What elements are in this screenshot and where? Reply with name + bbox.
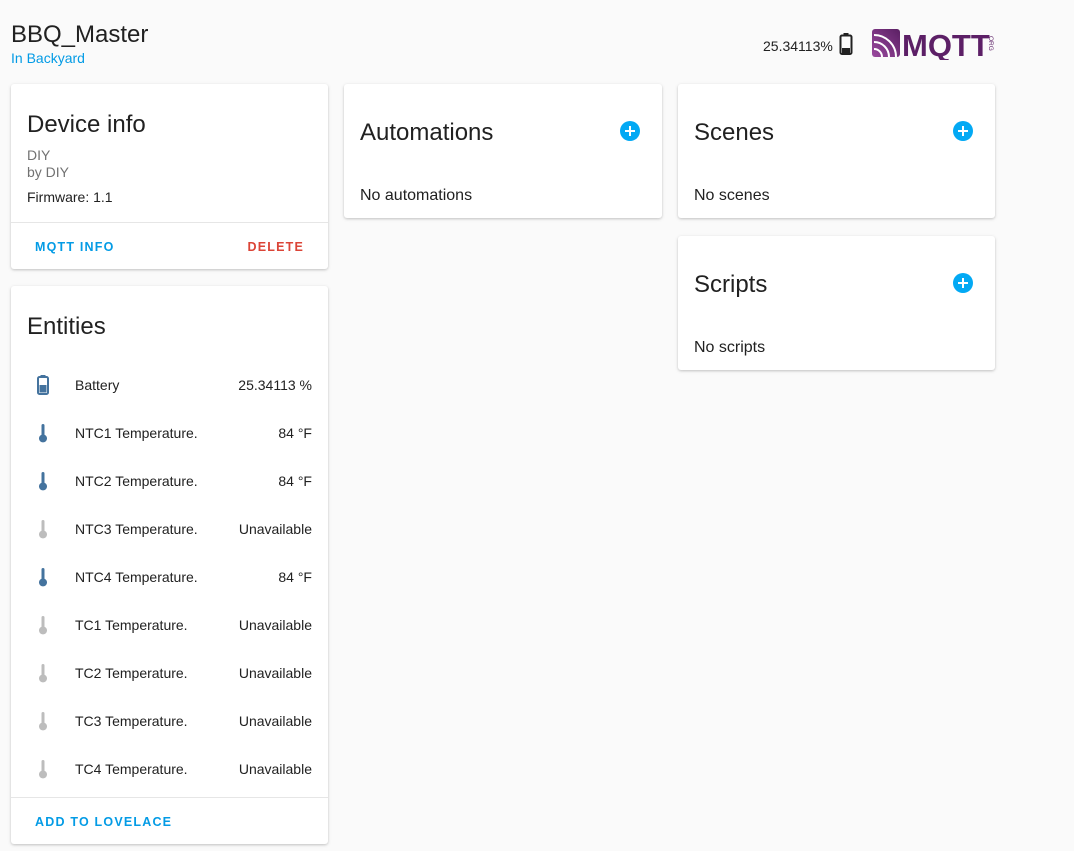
thermometer-icon (31, 757, 55, 781)
entity-name: NTC2 Temperature. (75, 473, 198, 489)
scenes-card: Scenes No scenes (678, 84, 995, 218)
entity-state: Unavailable (238, 521, 312, 537)
entity-name: TC2 Temperature. (75, 665, 188, 681)
entity-state: 25.34113 % (238, 377, 312, 393)
automations-card: Automations No automations (344, 84, 662, 218)
add-automation-button[interactable] (620, 121, 640, 141)
mqtt-logo: MQTT ORG (871, 26, 997, 63)
no-automations-text: No automations (360, 187, 473, 204)
entity-row[interactable]: NTC4 Temperature. 84 °F (11, 553, 328, 601)
thermometer-icon (31, 517, 55, 541)
header-battery: 25.34113% (763, 33, 853, 58)
thermometer-icon (31, 613, 55, 637)
add-to-lovelace-button[interactable]: ADD TO LOVELACE (35, 815, 172, 829)
entity-row[interactable]: NTC1 Temperature. 84 °F (11, 409, 328, 457)
thermometer-icon (31, 565, 55, 589)
entity-row[interactable]: NTC3 Temperature. Unavailable (11, 505, 328, 553)
entity-state: 84 °F (278, 425, 312, 441)
no-scenes-text: No scenes (694, 187, 770, 204)
entity-state: 84 °F (278, 569, 312, 585)
entity-name: NTC4 Temperature. (75, 569, 198, 585)
entity-name: NTC1 Temperature. (75, 425, 198, 441)
scripts-card: Scripts No scripts (678, 236, 995, 370)
battery-icon (31, 373, 55, 397)
add-script-button[interactable] (953, 273, 973, 293)
device-manufacturer: by DIY (27, 164, 70, 180)
scenes-title: Scenes (694, 119, 775, 146)
entity-name: TC3 Temperature. (75, 713, 188, 729)
no-scripts-text: No scripts (694, 339, 766, 356)
entity-name: TC1 Temperature. (75, 617, 188, 633)
device-info-title: Device info (27, 111, 146, 138)
device-name: BBQ_Master (11, 21, 149, 48)
entity-state: Unavailable (238, 713, 312, 729)
automations-title: Automations (360, 119, 494, 146)
entity-row[interactable]: TC4 Temperature. Unavailable (11, 745, 328, 793)
card-divider (11, 797, 328, 798)
entity-name: Battery (75, 377, 120, 393)
entity-row[interactable]: TC3 Temperature. Unavailable (11, 697, 328, 745)
mqtt-info-button[interactable]: MQTT INFO (35, 240, 115, 254)
entity-row[interactable]: NTC2 Temperature. 84 °F (11, 457, 328, 505)
card-divider (11, 222, 328, 223)
thermometer-icon (31, 421, 55, 445)
battery-icon (839, 33, 853, 58)
battery-level: 25.34113% (763, 37, 833, 54)
entity-row[interactable]: TC1 Temperature. Unavailable (11, 601, 328, 649)
delete-button[interactable]: DELETE (247, 240, 304, 254)
entity-state: 84 °F (278, 473, 312, 489)
plus-icon (958, 278, 968, 288)
svg-text:ORG: ORG (987, 36, 994, 51)
entity-state: Unavailable (238, 665, 312, 681)
device-info-card: Device info DIY by DIY Firmware: 1.1 MQT… (11, 84, 328, 269)
entity-state: Unavailable (238, 761, 312, 777)
entity-state: Unavailable (238, 617, 312, 633)
entity-name: NTC3 Temperature. (75, 521, 198, 537)
entity-name: TC4 Temperature. (75, 761, 188, 777)
thermometer-icon (31, 469, 55, 493)
thermometer-icon (31, 661, 55, 685)
device-header: BBQ_Master In Backyard 25.34113% MQTT OR… (0, 0, 1074, 80)
thermometer-icon (31, 709, 55, 733)
plus-icon (625, 126, 635, 136)
device-model: DIY (27, 147, 51, 163)
entity-row[interactable]: Battery 25.34113 % (11, 361, 328, 409)
entity-row[interactable]: TC2 Temperature. Unavailable (11, 649, 328, 697)
svg-text:MQTT: MQTT (902, 28, 990, 60)
entities-title: Entities (27, 313, 106, 340)
scripts-title: Scripts (694, 271, 768, 298)
plus-icon (958, 126, 968, 136)
device-firmware: Firmware: 1.1 (27, 189, 113, 205)
device-area-link[interactable]: In Backyard (11, 50, 85, 66)
entities-card: Entities Battery 25.34113 % NTC1 Temperatu… (11, 286, 328, 844)
add-scene-button[interactable] (953, 121, 973, 141)
